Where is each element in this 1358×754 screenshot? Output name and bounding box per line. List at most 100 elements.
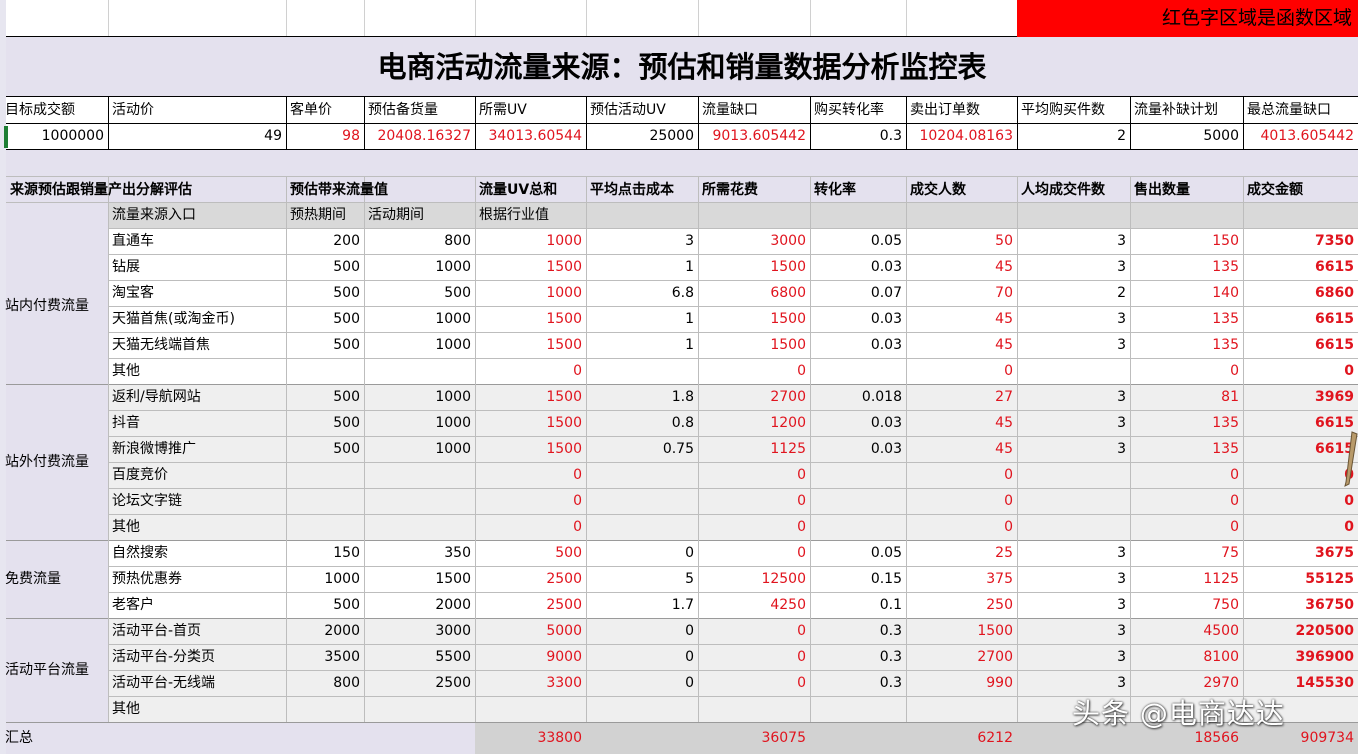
- data-cell[interactable]: 3: [1018, 645, 1129, 670]
- data-cell[interactable]: 0.03: [811, 411, 905, 436]
- data-cell[interactable]: 0: [699, 541, 809, 566]
- data-cell[interactable]: 500: [287, 385, 363, 410]
- data-cell[interactable]: 350: [365, 541, 474, 566]
- data-cell[interactable]: 0.03: [811, 307, 905, 332]
- data-cell[interactable]: 3675: [1244, 541, 1357, 566]
- data-cell[interactable]: 0: [1131, 463, 1242, 488]
- data-cell[interactable]: 135: [1131, 333, 1242, 358]
- data-cell[interactable]: 1500: [476, 333, 585, 358]
- data-cell[interactable]: 0: [587, 619, 697, 644]
- data-cell[interactable]: 0.03: [811, 333, 905, 358]
- data-cell[interactable]: 3: [1018, 567, 1129, 592]
- data-cell[interactable]: 45: [907, 333, 1016, 358]
- data-cell[interactable]: 0: [476, 463, 585, 488]
- data-cell[interactable]: 3: [1018, 593, 1129, 618]
- data-cell[interactable]: 135: [1131, 307, 1242, 332]
- data-cell[interactable]: 0: [476, 359, 585, 384]
- data-cell[interactable]: 1000: [476, 229, 585, 254]
- data-cell[interactable]: 0.3: [811, 671, 905, 696]
- data-cell[interactable]: [476, 697, 585, 722]
- data-cell[interactable]: 0: [907, 359, 1016, 384]
- data-cell[interactable]: [1018, 463, 1129, 488]
- data-cell[interactable]: 1500: [476, 307, 585, 332]
- data-cell[interactable]: 45: [907, 437, 1016, 462]
- data-cell[interactable]: [587, 515, 697, 540]
- data-cell[interactable]: 150: [287, 541, 363, 566]
- top-value-cell[interactable]: 4013.605442: [1244, 124, 1357, 149]
- top-value-cell[interactable]: 10204.08163: [907, 124, 1016, 149]
- data-cell[interactable]: 1.7: [587, 593, 697, 618]
- data-cell[interactable]: 1000: [365, 437, 474, 462]
- data-cell[interactable]: 1: [587, 307, 697, 332]
- top-value-cell[interactable]: 9013.605442: [699, 124, 809, 149]
- data-cell[interactable]: 800: [365, 229, 474, 254]
- data-cell[interactable]: 990: [907, 671, 1016, 696]
- data-cell[interactable]: 3: [1018, 619, 1129, 644]
- data-cell[interactable]: 3: [587, 229, 697, 254]
- data-cell[interactable]: [287, 697, 363, 722]
- data-cell[interactable]: 0.07: [811, 281, 905, 306]
- data-cell[interactable]: 0.75: [587, 437, 697, 462]
- data-cell[interactable]: 3: [1018, 437, 1129, 462]
- data-cell[interactable]: 0: [699, 489, 809, 514]
- data-cell[interactable]: [287, 489, 363, 514]
- data-cell[interactable]: 1000: [365, 333, 474, 358]
- data-cell[interactable]: 7350: [1244, 229, 1357, 254]
- data-cell[interactable]: [365, 359, 474, 384]
- data-cell[interactable]: 4250: [699, 593, 809, 618]
- data-cell[interactable]: [287, 359, 363, 384]
- data-cell[interactable]: 45: [907, 411, 1016, 436]
- data-cell[interactable]: 75: [1131, 541, 1242, 566]
- data-cell[interactable]: [287, 515, 363, 540]
- data-cell[interactable]: [699, 697, 809, 722]
- data-cell[interactable]: [587, 697, 697, 722]
- data-cell[interactable]: 6860: [1244, 281, 1357, 306]
- data-cell[interactable]: 0: [476, 489, 585, 514]
- data-cell[interactable]: 2: [1018, 281, 1129, 306]
- data-cell[interactable]: 220500: [1244, 619, 1357, 644]
- data-cell[interactable]: 0: [1244, 463, 1357, 488]
- data-cell[interactable]: 0.03: [811, 437, 905, 462]
- data-cell[interactable]: 4500: [1131, 619, 1242, 644]
- data-cell[interactable]: 6615: [1244, 307, 1357, 332]
- data-cell[interactable]: 500: [365, 281, 474, 306]
- data-cell[interactable]: 0: [907, 489, 1016, 514]
- data-cell[interactable]: 9000: [476, 645, 585, 670]
- data-cell[interactable]: 500: [287, 307, 363, 332]
- data-cell[interactable]: 1200: [699, 411, 809, 436]
- data-cell[interactable]: 1500: [476, 255, 585, 280]
- total-cost-cell[interactable]: 36075: [699, 723, 809, 754]
- data-cell[interactable]: 500: [287, 255, 363, 280]
- data-cell[interactable]: 2000: [365, 593, 474, 618]
- data-cell[interactable]: 1500: [476, 437, 585, 462]
- top-value-cell[interactable]: 0.3: [811, 124, 905, 149]
- data-cell[interactable]: 12500: [699, 567, 809, 592]
- data-cell[interactable]: 1000: [365, 385, 474, 410]
- data-cell[interactable]: 1: [587, 333, 697, 358]
- data-cell[interactable]: 0: [699, 359, 809, 384]
- data-cell[interactable]: [811, 489, 905, 514]
- data-cell[interactable]: 1500: [476, 385, 585, 410]
- data-cell[interactable]: 135: [1131, 411, 1242, 436]
- data-cell[interactable]: 150: [1131, 229, 1242, 254]
- data-cell[interactable]: 0: [1131, 359, 1242, 384]
- data-cell[interactable]: 750: [1131, 593, 1242, 618]
- data-cell[interactable]: 375: [907, 567, 1016, 592]
- data-cell[interactable]: 0: [907, 463, 1016, 488]
- data-cell[interactable]: [587, 359, 697, 384]
- data-cell[interactable]: 396900: [1244, 645, 1357, 670]
- data-cell[interactable]: 0: [699, 515, 809, 540]
- data-cell[interactable]: [287, 463, 363, 488]
- data-cell[interactable]: 250: [907, 593, 1016, 618]
- data-cell[interactable]: 0.15: [811, 567, 905, 592]
- data-cell[interactable]: 500: [287, 593, 363, 618]
- top-value-cell[interactable]: 1000000: [7, 124, 107, 149]
- data-cell[interactable]: 500: [476, 541, 585, 566]
- data-cell[interactable]: 0: [1131, 515, 1242, 540]
- data-cell[interactable]: 6800: [699, 281, 809, 306]
- data-cell[interactable]: 1500: [699, 307, 809, 332]
- top-value-cell[interactable]: 25000: [587, 124, 697, 149]
- data-cell[interactable]: 0.8: [587, 411, 697, 436]
- data-cell[interactable]: 3: [1018, 385, 1129, 410]
- data-cell[interactable]: 2000: [287, 619, 363, 644]
